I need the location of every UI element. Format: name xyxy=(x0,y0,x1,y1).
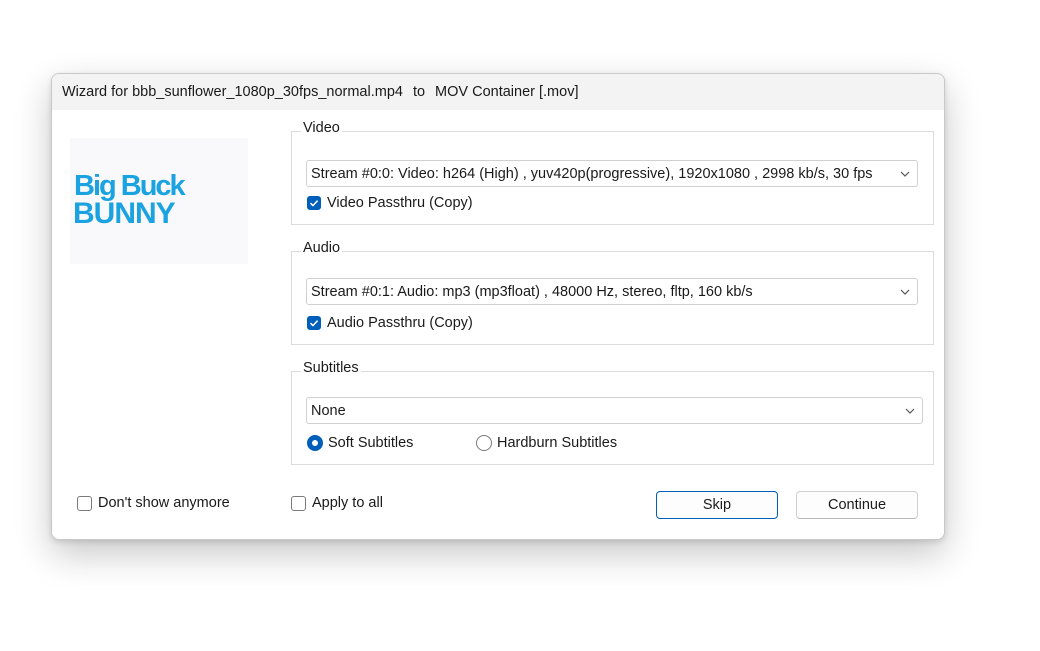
hardburn-subtitles-label: Hardburn Subtitles xyxy=(497,435,618,451)
video-group-label: Video xyxy=(301,120,342,136)
soft-subtitles-radio[interactable]: Soft Subtitles xyxy=(307,435,413,451)
title-to: to xyxy=(412,84,426,100)
radio-unselected-icon xyxy=(476,435,492,451)
checkbox-checked-icon xyxy=(307,196,321,210)
title-target: MOV Container [.mov] xyxy=(435,84,579,100)
audio-passthru-checkbox[interactable]: Audio Passthru (Copy) xyxy=(307,315,473,331)
video-passthru-label: Video Passthru (Copy) xyxy=(327,195,473,211)
subtitles-select[interactable]: None xyxy=(306,397,923,424)
skip-button[interactable]: Skip xyxy=(656,491,778,519)
checkbox-unchecked-icon xyxy=(291,495,306,511)
hardburn-subtitles-radio[interactable]: Hardburn Subtitles xyxy=(476,435,617,451)
logo-line-2: BUNNY xyxy=(73,197,176,230)
continue-button[interactable]: Continue xyxy=(796,491,918,519)
audio-group-label: Audio xyxy=(301,240,343,256)
video-group: Video Stream #0:0: Video: h264 (High) , … xyxy=(291,120,934,225)
dont-show-anymore-checkbox[interactable]: Don't show anymore xyxy=(77,495,230,511)
radio-selected-icon xyxy=(307,435,323,451)
subtitles-group-label: Subtitles xyxy=(301,360,361,376)
subtitles-group: Subtitles None Soft Subtitles Hardburn S… xyxy=(291,360,934,465)
apply-to-all-checkbox[interactable]: Apply to all xyxy=(291,495,383,511)
video-stream-value: Stream #0:0: Video: h264 (High) , yuv420… xyxy=(311,165,873,182)
big-buck-bunny-logo: Big Buck BUNNY xyxy=(73,170,189,230)
chevron-down-icon xyxy=(900,289,910,295)
video-stream-select[interactable]: Stream #0:0: Video: h264 (High) , yuv420… xyxy=(306,160,918,187)
dont-show-anymore-label: Don't show anymore xyxy=(98,495,230,511)
audio-passthru-label: Audio Passthru (Copy) xyxy=(327,315,473,331)
audio-stream-select[interactable]: Stream #0:1: Audio: mp3 (mp3float) , 480… xyxy=(306,278,918,305)
checkbox-unchecked-icon xyxy=(77,495,92,511)
audio-group: Audio Stream #0:1: Audio: mp3 (mp3float)… xyxy=(291,240,934,345)
checkbox-checked-icon xyxy=(307,316,321,330)
apply-to-all-label: Apply to all xyxy=(312,495,383,511)
subtitles-value: None xyxy=(311,402,346,419)
video-thumbnail: Big Buck BUNNY xyxy=(70,138,248,264)
chevron-down-icon xyxy=(905,408,915,414)
wizard-dialog: Wizard for bbb_sunflower_1080p_30fps_nor… xyxy=(51,73,945,540)
title-bar[interactable]: Wizard for bbb_sunflower_1080p_30fps_nor… xyxy=(52,74,944,110)
title-file: Wizard for bbb_sunflower_1080p_30fps_nor… xyxy=(62,84,403,100)
chevron-down-icon xyxy=(900,171,910,177)
audio-stream-value: Stream #0:1: Audio: mp3 (mp3float) , 480… xyxy=(311,283,753,300)
soft-subtitles-label: Soft Subtitles xyxy=(328,435,414,451)
video-passthru-checkbox[interactable]: Video Passthru (Copy) xyxy=(307,195,473,211)
